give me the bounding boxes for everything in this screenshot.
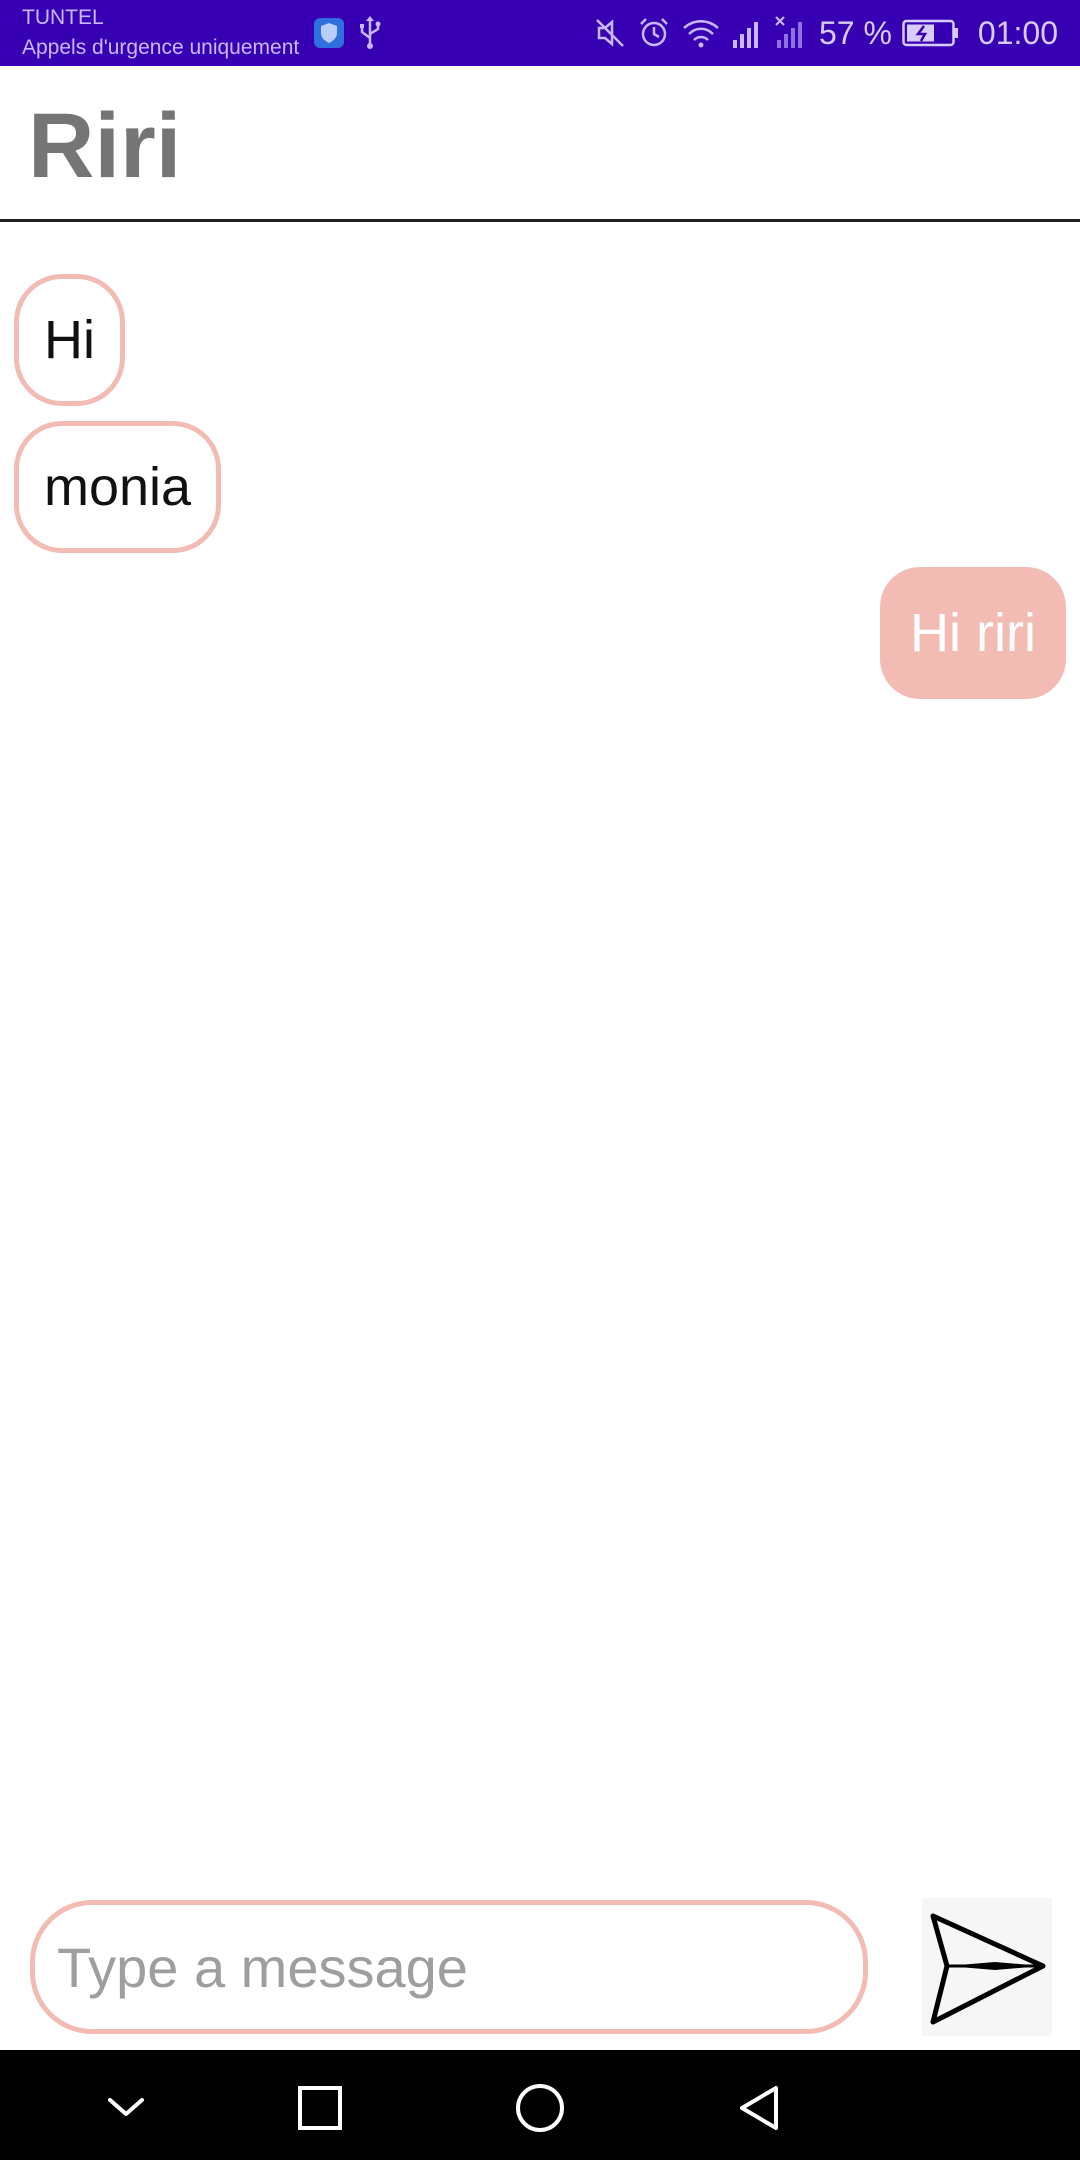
message-sent: Hi riri [880, 567, 1066, 699]
send-button[interactable] [922, 1898, 1052, 2036]
wifi-icon [681, 16, 721, 50]
signal-icon [731, 16, 765, 50]
alarm-icon [637, 16, 671, 50]
app-bar: Riri [0, 66, 1080, 222]
chat-title: Riri [28, 95, 182, 197]
carrier-name: TUNTEL [22, 6, 104, 29]
shield-icon [314, 18, 344, 48]
chevron-down-icon[interactable] [98, 2080, 154, 2136]
usb-icon [356, 16, 384, 50]
system-navigation-bar [0, 2050, 1080, 2160]
signal-no-sim-icon [775, 16, 809, 50]
clock: 01:00 [977, 15, 1058, 51]
message-received: Hi [14, 274, 125, 406]
home-icon[interactable] [512, 2080, 568, 2136]
battery-charging-icon [902, 18, 960, 48]
send-icon [925, 1904, 1049, 2031]
mute-icon [593, 16, 627, 50]
status-bar: TUNTEL Appels d'urgence uniquement 57 % … [0, 0, 1080, 66]
battery-percentage: 57 % [818, 15, 892, 51]
recents-icon[interactable] [292, 2080, 348, 2136]
emergency-calls-text: Appels d'urgence uniquement [22, 36, 300, 59]
message-input[interactable] [30, 1900, 868, 2034]
message-list[interactable]: Hi monia Hi riri [0, 222, 1080, 1872]
message-received: monia [14, 421, 222, 553]
back-icon[interactable] [732, 2080, 788, 2136]
